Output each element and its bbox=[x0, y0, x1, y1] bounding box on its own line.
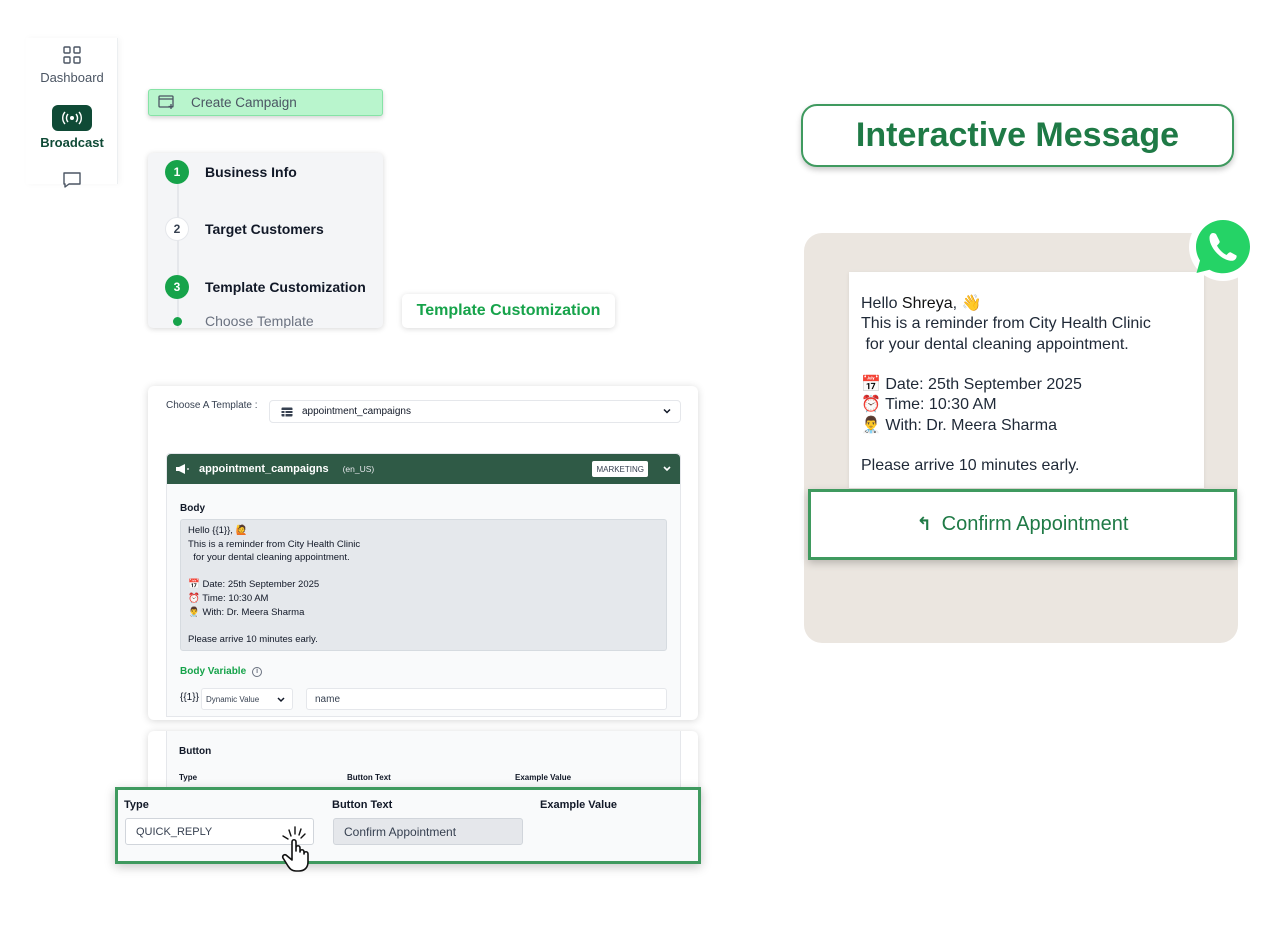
substep-dot bbox=[173, 316, 182, 326]
column-example-value: Example Value bbox=[515, 773, 572, 782]
chevron-down-icon bbox=[663, 408, 671, 414]
step-number: 1 bbox=[165, 160, 189, 184]
column-button-text: Button Text bbox=[347, 773, 391, 782]
body-line: Please arrive 10 minutes early. bbox=[188, 633, 318, 645]
message-line: Please arrive 10 minutes early. bbox=[861, 457, 1080, 475]
body-line: 👨‍⚕️ With: Dr. Meera Sharma bbox=[188, 606, 305, 618]
template-panel: Choose A Template : appointment_campaign… bbox=[148, 386, 698, 720]
reply-arrow-icon: ↰ bbox=[916, 514, 932, 534]
body-textarea[interactable]: Hello {{1}}, 🙋 This is a reminder from C… bbox=[180, 519, 667, 651]
step-template-customization[interactable]: 3 Template Customization bbox=[165, 275, 366, 299]
step-label: Template Customization bbox=[205, 279, 366, 295]
campaign-stepper: 1 Business Info 2 Target Customers 3 Tem… bbox=[148, 153, 383, 328]
step-label: Target Customers bbox=[205, 221, 324, 237]
message-line: 📅 Date: 25th September 2025 bbox=[861, 376, 1082, 394]
broadcast-icon bbox=[62, 111, 82, 125]
body-line bbox=[188, 565, 659, 579]
body-label: Body bbox=[180, 503, 205, 514]
table-icon bbox=[281, 407, 293, 416]
info-icon[interactable]: i bbox=[252, 666, 263, 677]
substep-choose-template[interactable]: Choose Template bbox=[173, 313, 314, 328]
message-line: for your dental cleaning appointment. bbox=[861, 335, 1129, 353]
body-line: 📅 Date: 25th September 2025 bbox=[188, 579, 320, 591]
step-label: Business Info bbox=[205, 164, 297, 180]
message-line bbox=[861, 355, 1192, 375]
chevron-down-icon bbox=[277, 697, 285, 703]
chevron-down-icon[interactable] bbox=[662, 464, 672, 474]
message-line: This is a reminder from City Health Clin… bbox=[861, 315, 1151, 333]
variable-tag: {{1}} bbox=[180, 692, 199, 703]
sidebar-item-label: Broadcast bbox=[40, 135, 104, 150]
body-line: ⏰ Time: 10:30 AM bbox=[188, 592, 269, 604]
variable-type-value: Dynamic Value bbox=[206, 694, 260, 704]
message-line: 👨‍⚕️ With: Dr. Meera Sharma bbox=[861, 416, 1057, 434]
template-language: (en_US) bbox=[342, 464, 375, 474]
category-badge: MARKETING bbox=[592, 461, 648, 477]
sidebar-item-label: Dashboard bbox=[40, 70, 104, 85]
template-select-value: appointment_campaigns bbox=[302, 406, 411, 417]
hand-cursor-icon bbox=[281, 826, 309, 872]
body-variable-text: Body Variable bbox=[180, 666, 247, 677]
confirm-appointment-label: Confirm Appointment bbox=[941, 513, 1129, 535]
button-text-input[interactable]: Confirm Appointment bbox=[333, 818, 523, 845]
body-line bbox=[188, 619, 659, 633]
column-type: Type bbox=[124, 799, 149, 811]
chat-message-bubble: Hello Shreya, 👋 This is a reminder from … bbox=[849, 272, 1204, 488]
template-name: appointment_campaigns bbox=[199, 463, 329, 475]
greeting-line: Hello Shreya, 👋 bbox=[861, 295, 982, 312]
step-target-customers[interactable]: 2 Target Customers bbox=[165, 217, 324, 241]
button-section-title: Button bbox=[179, 746, 212, 757]
step-number: 3 bbox=[165, 275, 189, 299]
create-campaign-label: Create Campaign bbox=[191, 95, 297, 110]
customer-name: Shreya bbox=[901, 295, 953, 312]
create-campaign-button[interactable]: Create Campaign bbox=[148, 89, 383, 116]
whatsapp-icon bbox=[1189, 213, 1257, 281]
interactive-message-title: Interactive Message bbox=[801, 104, 1234, 167]
template-select[interactable]: appointment_campaigns bbox=[269, 400, 681, 423]
sidebar-item-chat[interactable] bbox=[26, 171, 118, 189]
chat-icon bbox=[63, 172, 81, 188]
column-button-text: Button Text bbox=[332, 799, 393, 811]
body-variable-label: Body Variable i bbox=[180, 666, 263, 677]
sidebar-item-broadcast[interactable]: Broadcast bbox=[26, 105, 118, 150]
message-line bbox=[861, 436, 1192, 456]
stepper-rail bbox=[177, 173, 179, 328]
template-card-header[interactable]: appointment_campaigns (en_US) MARKETING bbox=[167, 454, 680, 484]
choose-template-label: Choose A Template : bbox=[166, 400, 258, 411]
variable-type-select[interactable]: Dynamic Value bbox=[201, 688, 293, 710]
megaphone-icon bbox=[176, 464, 189, 474]
template-card: appointment_campaigns (en_US) MARKETING … bbox=[166, 453, 681, 717]
body-variable-row: {{1}} Dynamic Value name bbox=[180, 688, 680, 712]
button-row-zoom: Type Button Text Example Value QUICK_REP… bbox=[115, 787, 701, 864]
step-business-info[interactable]: 1 Business Info bbox=[165, 160, 297, 184]
step-number: 2 bbox=[165, 217, 189, 241]
column-type: Type bbox=[179, 773, 198, 782]
sidebar-item-dashboard[interactable]: Dashboard bbox=[26, 46, 118, 85]
column-example-value: Example Value bbox=[540, 799, 618, 811]
confirm-appointment-button[interactable]: ↰ Confirm Appointment bbox=[808, 489, 1237, 560]
variable-value-input[interactable]: name bbox=[306, 688, 667, 710]
body-line: for your dental cleaning appointment. bbox=[188, 552, 350, 564]
message-line: ⏰ Time: 10:30 AM bbox=[861, 396, 997, 414]
sidebar: Dashboard Broadcast bbox=[26, 38, 118, 188]
campaign-icon bbox=[158, 95, 174, 109]
substep-label: Choose Template bbox=[205, 313, 314, 328]
grid-icon bbox=[63, 46, 81, 64]
body-line: This is a reminder from City Health Clin… bbox=[188, 538, 361, 550]
body-line: Hello {{1}}, 🙋 bbox=[188, 525, 248, 536]
template-customization-tag: Template Customization bbox=[402, 294, 615, 328]
